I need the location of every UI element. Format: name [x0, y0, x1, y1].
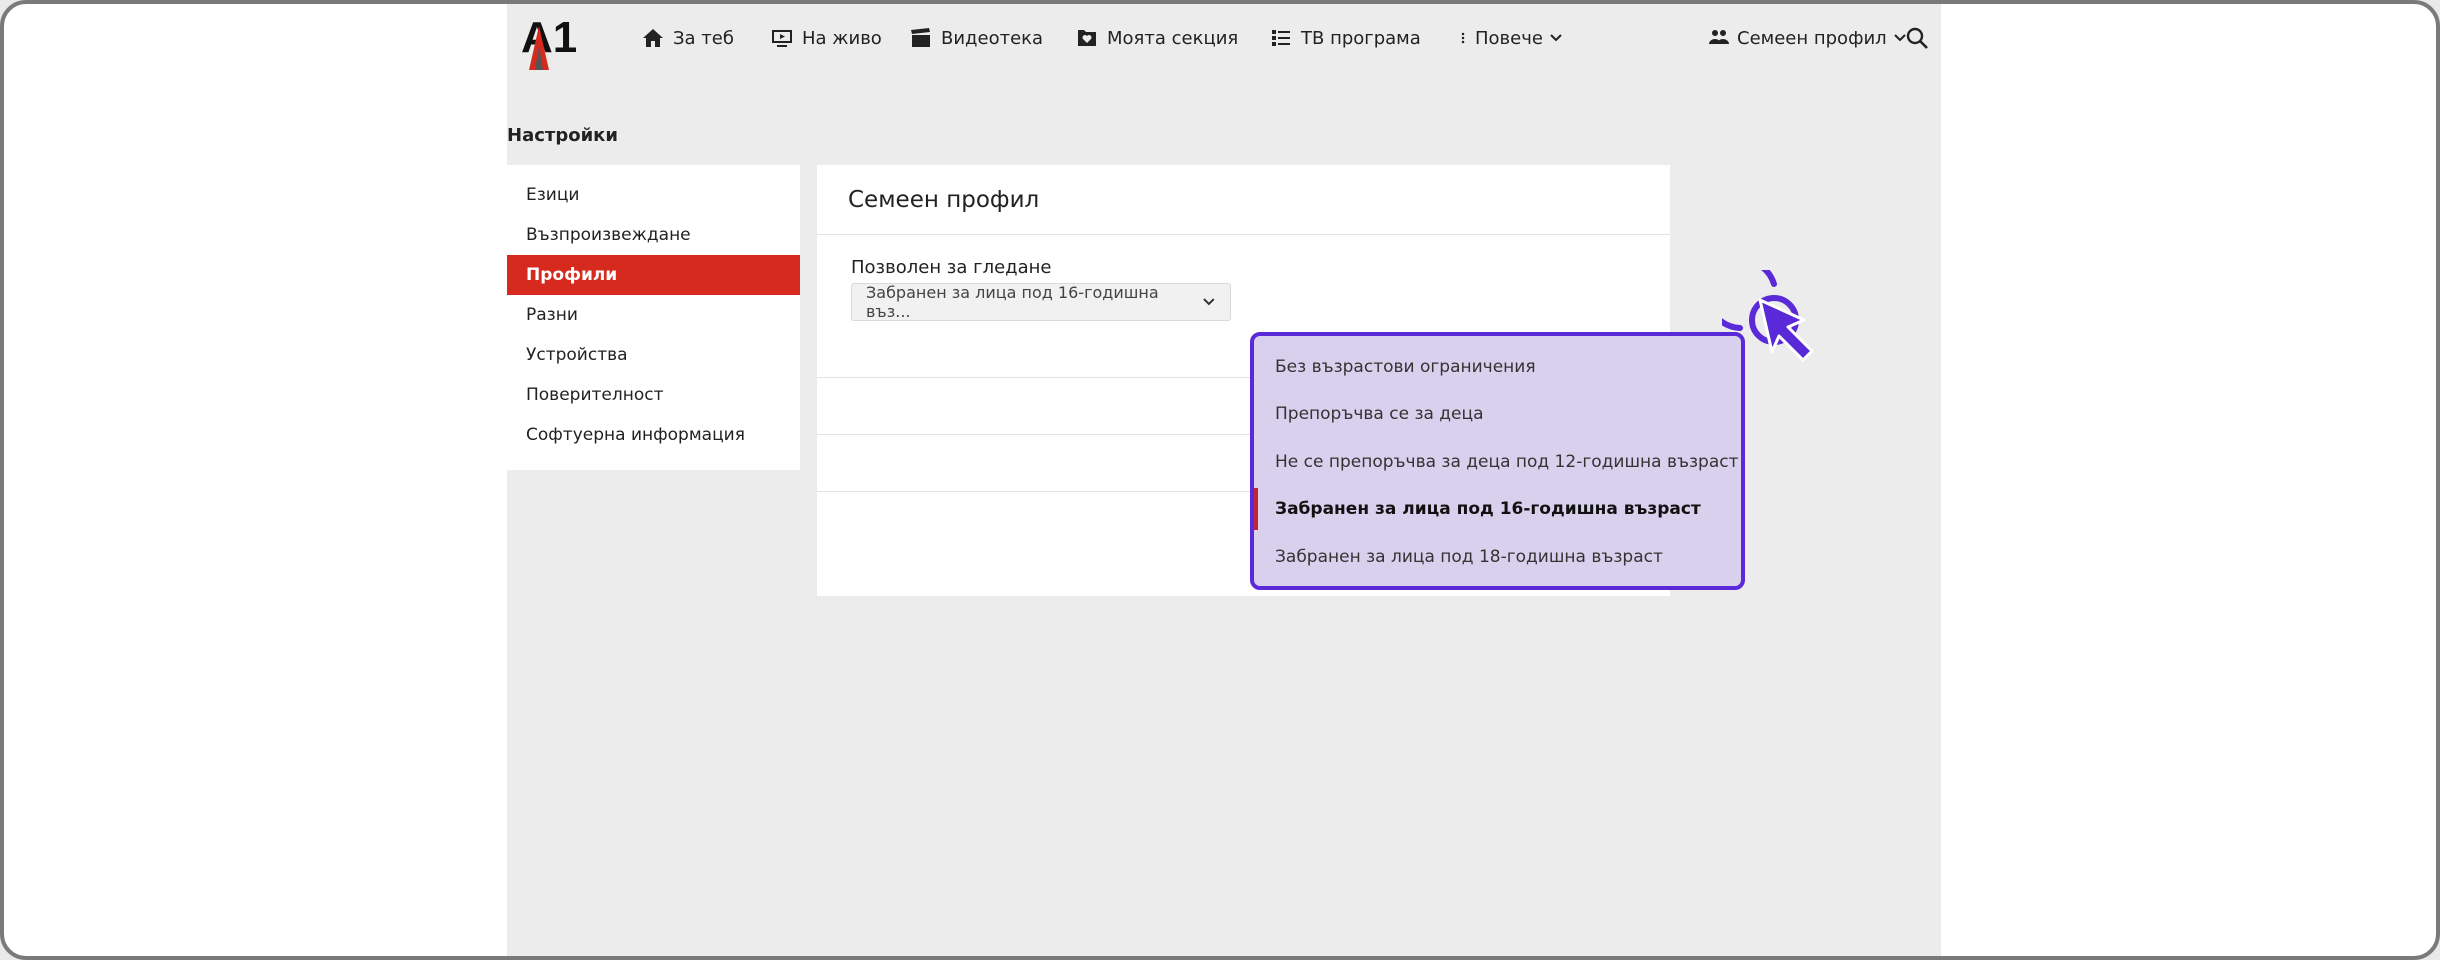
- age-rating-dropdown: Без възрастови ограничения Препоръчва се…: [1250, 332, 1745, 590]
- page-title: Настройки: [507, 125, 619, 146]
- list-icon: [1272, 30, 1290, 46]
- nav-item-more[interactable]: Повече: [1457, 22, 1563, 54]
- dropdown-option-not-under-12[interactable]: Не се препоръчва за деца под 12-годишна …: [1254, 441, 1741, 483]
- search-icon: [1906, 27, 1928, 49]
- a1-logo[interactable]: A1: [515, 6, 587, 72]
- chevron-down-icon: [1203, 298, 1215, 306]
- profile-label: Семеен профил: [1737, 27, 1887, 49]
- settings-sidebar: Езици Възпроизвеждане Профили Разни Устр…: [507, 165, 800, 470]
- sidebar-item-playback[interactable]: Възпроизвеждане: [507, 215, 800, 255]
- heart-folder-icon: [1078, 30, 1096, 46]
- users-icon: [1709, 30, 1729, 44]
- nav-label: ТВ програма: [1301, 27, 1421, 49]
- nav-label: На живо: [802, 27, 882, 49]
- nav-label: Моята секция: [1107, 27, 1239, 49]
- nav-item-live[interactable]: На живо: [770, 22, 882, 54]
- age-rating-select[interactable]: Забранен за лица под 16-годишна въз...: [851, 283, 1231, 321]
- panel-title: Семеен профил: [817, 165, 1670, 235]
- nav-label: Видеотека: [941, 27, 1044, 49]
- sidebar-item-misc[interactable]: Разни: [507, 295, 800, 335]
- browser-frame: A1 За теб На живо Видеотека Моята секция: [0, 0, 2440, 960]
- nav-item-my-section[interactable]: Моята секция: [1075, 22, 1238, 54]
- sidebar-item-devices[interactable]: Устройства: [507, 335, 800, 375]
- dropdown-option-no-restriction[interactable]: Без възрастови ограничения: [1254, 346, 1741, 388]
- nav-item-for-you[interactable]: За теб: [641, 22, 734, 54]
- sidebar-item-languages[interactable]: Езици: [507, 175, 800, 215]
- dropdown-option-recommended-for-kids[interactable]: Препоръчва се за деца: [1254, 393, 1741, 435]
- tv-play-icon: [772, 30, 792, 47]
- app-page: A1 За теб На живо Видеотека Моята секция: [507, 4, 1941, 956]
- top-navigation: A1 За теб На живо Видеотека Моята секция: [507, 4, 1941, 74]
- click-cursor-icon: [1722, 270, 1814, 362]
- nav-label: Повече: [1475, 27, 1543, 49]
- profile-menu[interactable]: Семеен профил: [1707, 22, 1907, 54]
- clapperboard-icon: [911, 28, 930, 47]
- nav-item-tv-guide[interactable]: ТВ програма: [1269, 22, 1421, 54]
- nav-item-video-library[interactable]: Видеотека: [909, 22, 1043, 54]
- more-vertical-icon: [1461, 32, 1465, 44]
- home-icon: [643, 29, 663, 47]
- sidebar-item-software-info[interactable]: Софтуерна информация: [507, 415, 800, 455]
- chevron-down-icon: [1550, 34, 1562, 42]
- select-value: Забранен за лица под 16-годишна въз...: [866, 283, 1159, 321]
- dropdown-option-forbidden-under-18[interactable]: Забранен за лица под 18-годишна възраст: [1254, 536, 1741, 578]
- search-button[interactable]: [1905, 22, 1929, 54]
- nav-label: За теб: [673, 27, 734, 49]
- sidebar-item-privacy[interactable]: Поверителност: [507, 375, 800, 415]
- logo-text: A1: [521, 13, 577, 62]
- allowed-viewing-label: Позволен за гледане: [851, 257, 1052, 278]
- sidebar-item-profiles[interactable]: Профили: [507, 255, 800, 295]
- dropdown-option-forbidden-under-16[interactable]: Забранен за лица под 16-годишна възраст: [1254, 488, 1741, 530]
